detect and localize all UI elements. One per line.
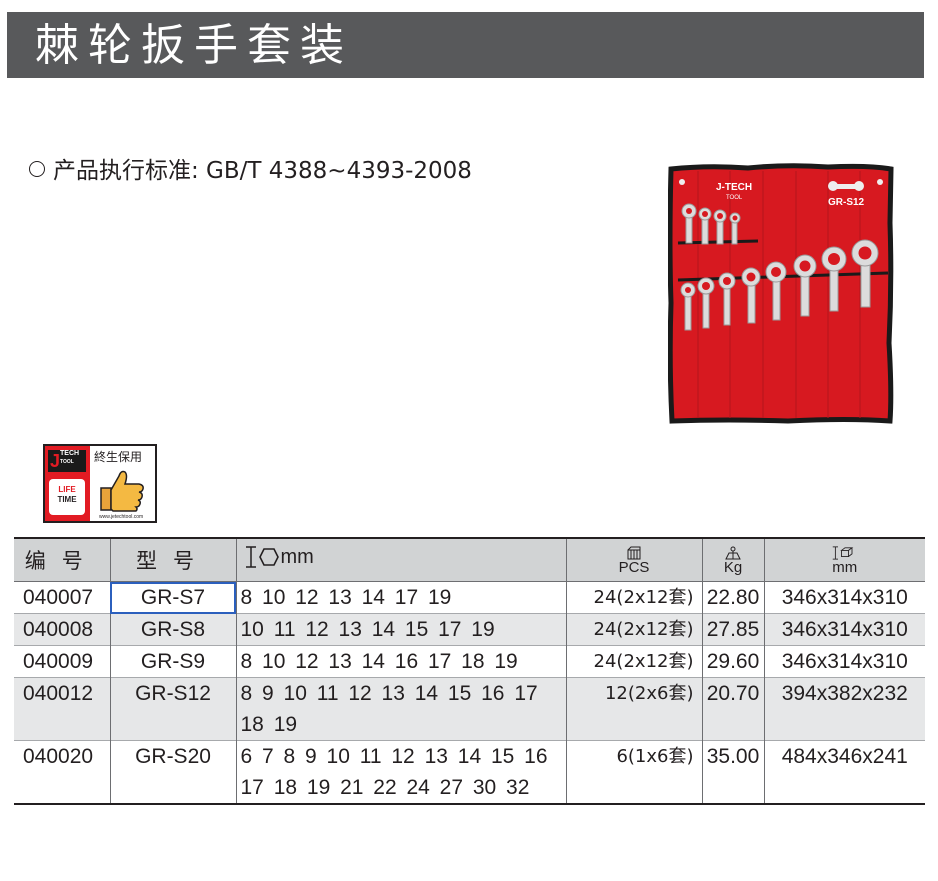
cell-kg: 20.70 [701,677,765,741]
cell-code: 040020 [14,740,111,804]
cell-kg: 27.85 [701,613,765,646]
standard-line: 产品执行标准: GB/T 4388~4393-2008 [29,156,472,186]
badge-brand-sub: TOOL [60,459,74,465]
cell-code: 040012 [14,677,111,741]
product-photo: J-TECH TOOL GR-S12 [668,163,894,424]
cell-pcs: 24(2x12套) [565,645,703,678]
header-size-unit: mm [280,545,314,568]
cell-sizes: 8 10 12 13 14 16 17 18 19 [235,645,567,678]
cell-code: 040007 [14,581,111,614]
lifetime-seal: LIFE TIME [49,479,85,515]
thumbs-up-icon [100,470,144,512]
cell-dim: 346x314x310 [763,581,925,614]
cell-sizes: 8 10 12 13 14 17 19 [235,581,567,614]
cell-kg: 35.00 [701,740,765,804]
header-code: 编号 [14,538,111,582]
photo-brand-sub: TOOL [726,195,743,201]
photo-brand: J-TECH [716,182,752,193]
cell-model: GR-S8 [109,613,237,646]
cell-code: 040009 [14,645,111,678]
cell-dim: 484x346x241 [763,740,925,804]
badge-brand: TECH [60,450,80,457]
dimension-box-icon [832,545,854,560]
cell-sizes: 8 9 10 11 12 13 14 15 16 17 18 19 [235,677,567,741]
badge-life-line1: LIFE [58,485,76,494]
cell-dim: 346x314x310 [763,613,925,646]
table-header-row: 编号 型号 mm PCS Kg mm [14,538,925,582]
header-model: 型号 [109,538,237,582]
lifetime-warranty-badge: J TECH TOOL LIFE TIME 終生保用 www.jetechtoo… [43,444,157,523]
table-row: 040020 GR-S20 6 7 8 9 10 11 12 13 14 15 … [14,740,925,804]
cell-dim: 394x382x232 [763,677,925,741]
cell-sizes: 6 7 8 9 10 11 12 13 14 15 16 17 18 19 21… [235,740,567,804]
title-bar: 棘轮扳手套装 [7,12,924,78]
cell-model[interactable]: GR-S7 [109,581,237,614]
badge-life-line2: TIME [57,495,77,504]
standard-text: 产品执行标准: GB/T 4388~4393-2008 [53,158,472,184]
badge-url: www.jetechtool.com [99,514,144,520]
cell-pcs: 24(2x12套) [565,581,703,614]
hexagon-icon [258,548,279,566]
box-pcs-icon [627,546,641,559]
header-pcs: PCS [565,538,703,582]
cell-model: GR-S9 [109,645,237,678]
cell-model: GR-S20 [109,740,237,804]
brand-logo: J TECH TOOL [48,450,86,472]
cell-kg: 29.60 [701,645,765,678]
size-span-icon [245,546,256,568]
badge-lifetime-text: 終生保用 [94,450,143,464]
header-size: mm [235,538,567,582]
cell-code: 040008 [14,613,111,646]
badge-red-panel: J TECH TOOL LIFE TIME [45,446,90,521]
page-title: 棘轮扳手套装 [35,20,353,71]
table-row: 040009 GR-S9 8 10 12 13 14 16 17 18 19 2… [14,645,925,678]
photo-model-label: GR-S12 [828,197,865,208]
table-row: 040012 GR-S12 8 9 10 11 12 13 14 15 16 1… [14,677,925,741]
bullet-circle-icon [29,161,45,177]
cell-pcs: 6(1x6套) [565,740,703,804]
header-dim-unit: mm [832,558,858,576]
cell-pcs: 12(2x6套) [565,677,703,741]
header-dim: mm [763,538,925,582]
table-row: 040008 GR-S8 10 11 12 13 14 15 17 19 24(… [14,613,925,646]
header-pcs-label: PCS [618,558,650,576]
header-kg: Kg [701,538,765,582]
cell-pcs: 24(2x12套) [565,613,703,646]
spec-table: 编号 型号 mm PCS Kg mm 040007 GR-S7 8 10 12 … [14,537,925,805]
cell-sizes: 10 11 12 13 14 15 17 19 [235,613,567,646]
cell-model: GR-S12 [109,677,237,741]
cell-kg: 22.80 [701,581,765,614]
cell-dim: 346x314x310 [763,645,925,678]
weight-icon [725,546,741,559]
table-row: 040007 GR-S7 8 10 12 13 14 17 19 24(2x12… [14,581,925,614]
header-kg-label: Kg [723,558,743,576]
